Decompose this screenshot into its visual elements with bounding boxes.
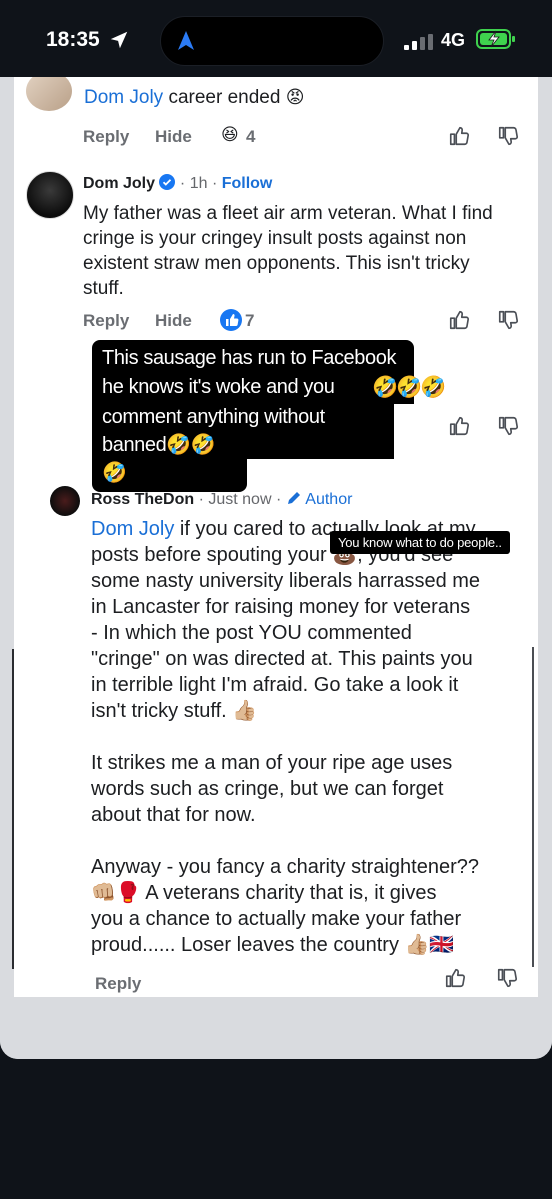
thumbs-up-icon[interactable] <box>448 415 470 437</box>
author-name[interactable]: Dom Joly <box>83 175 155 192</box>
author-badge: Author <box>305 491 353 508</box>
hide-button[interactable]: Hide <box>155 311 192 331</box>
thumbs-down-icon[interactable] <box>497 415 519 437</box>
thumbs-up-icon[interactable] <box>448 125 470 147</box>
angry-emoji: 😡 <box>285 87 305 107</box>
location-arrow-icon <box>110 31 128 49</box>
comment-time: · Just now · <box>198 491 282 508</box>
comment-header: Dom Joly · 1h · Follow <box>83 174 272 193</box>
follow-button[interactable]: Follow <box>222 175 273 192</box>
story-text-tag[interactable]: You know what to do people.. <box>330 531 510 554</box>
comment-body: My father was a fleet air arm veteran. W… <box>83 203 493 299</box>
clock: 18:35 <box>46 28 100 51</box>
comment-header: Ross TheDon · Just now · Author <box>91 490 352 509</box>
reply-button[interactable]: Reply <box>95 974 141 994</box>
scrollbar-track <box>532 647 534 967</box>
battery-charging-icon <box>476 29 515 49</box>
ross-thedon-avatar[interactable] <box>50 486 80 516</box>
haha-reaction-icon[interactable]: 😆 <box>221 125 239 145</box>
reply-button[interactable]: Reply <box>83 311 129 331</box>
comment-thread-line <box>12 649 14 969</box>
reaction-count: 4 <box>246 127 256 146</box>
story-card: Dom Joly career ended 😡 Reply Hide 😆 4 D… <box>0 77 552 1059</box>
reaction-count: 7 <box>245 311 255 330</box>
reply-button[interactable]: Reply <box>83 127 129 147</box>
thumbs-down-icon[interactable] <box>496 967 518 989</box>
comment-time: · 1h · <box>179 175 218 192</box>
mention-link[interactable]: Dom Joly <box>91 518 174 540</box>
dom-joly-avatar[interactable] <box>26 171 74 219</box>
thumbs-up-icon[interactable] <box>444 967 466 989</box>
avatar[interactable] <box>26 77 72 111</box>
thumbs-down-icon[interactable] <box>497 125 519 147</box>
comment-text: Dom Joly career ended 😡 <box>84 87 305 108</box>
mention-link[interactable]: Dom Joly <box>84 87 163 108</box>
thumbs-up-icon[interactable] <box>448 309 470 331</box>
pencil-icon <box>287 492 300 504</box>
network-label: 4G <box>441 30 466 50</box>
story-overlay-line[interactable]: banned🤣🤣🤣 <box>92 431 247 492</box>
signal-icon <box>404 34 433 50</box>
laughing-emojis: 🤣🤣🤣 <box>372 376 446 399</box>
hide-button[interactable]: Hide <box>155 127 192 147</box>
status-bar: 18:35 4G <box>0 0 552 80</box>
navigation-arrow-icon <box>178 31 194 50</box>
story-footer <box>0 997 552 1059</box>
thumbs-down-icon[interactable] <box>497 309 519 331</box>
author-name[interactable]: Ross TheDon <box>91 491 194 508</box>
like-reaction-icon[interactable] <box>220 309 242 331</box>
comment-body: Dom Joly if you cared to actually look a… <box>91 518 481 956</box>
verified-badge-icon <box>159 174 176 190</box>
